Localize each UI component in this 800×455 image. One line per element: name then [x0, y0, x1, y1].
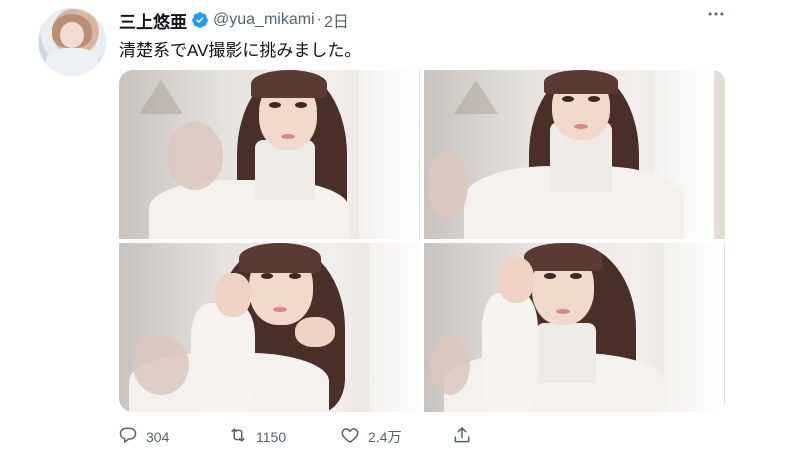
photo-1[interactable]	[119, 70, 420, 239]
tweet-timestamp[interactable]: 2日	[324, 8, 349, 32]
like-button[interactable]: 2.4万	[340, 426, 401, 448]
retweet-button[interactable]: 1150	[228, 426, 286, 448]
share-button[interactable]	[452, 426, 472, 448]
tweet-text: 清楚系でAV撮影に挑みました。	[119, 41, 362, 60]
photo-2[interactable]	[424, 70, 725, 239]
avatar[interactable]	[38, 8, 106, 76]
photo-3[interactable]	[119, 243, 420, 412]
tweet-header: 三上悠亜 @yua_mikami · 2日	[119, 8, 349, 33]
share-icon	[452, 425, 472, 450]
like-icon	[340, 425, 360, 450]
avatar-body	[46, 48, 98, 76]
like-count: 2.4万	[368, 429, 402, 445]
reply-icon	[118, 425, 138, 450]
author-handle[interactable]: @yua_mikami	[213, 11, 315, 29]
separator-dot: ·	[316, 11, 322, 28]
tweet[interactable]: 三上悠亜 @yua_mikami · 2日 清楚系でAV撮影に挑みました。 30…	[0, 0, 800, 455]
tweet-actions: 304 1150 2.4万	[118, 426, 478, 448]
media-grid	[119, 70, 726, 412]
retweet-icon	[228, 425, 248, 450]
reply-count: 304	[146, 429, 170, 445]
reply-button[interactable]: 304	[118, 426, 169, 448]
avatar-face	[60, 22, 84, 48]
photo-4[interactable]	[424, 243, 725, 412]
author-name[interactable]: 三上悠亜	[119, 8, 187, 33]
more-options-icon[interactable]	[706, 4, 726, 24]
retweet-count: 1150	[256, 429, 287, 445]
verified-badge-icon	[191, 11, 209, 29]
